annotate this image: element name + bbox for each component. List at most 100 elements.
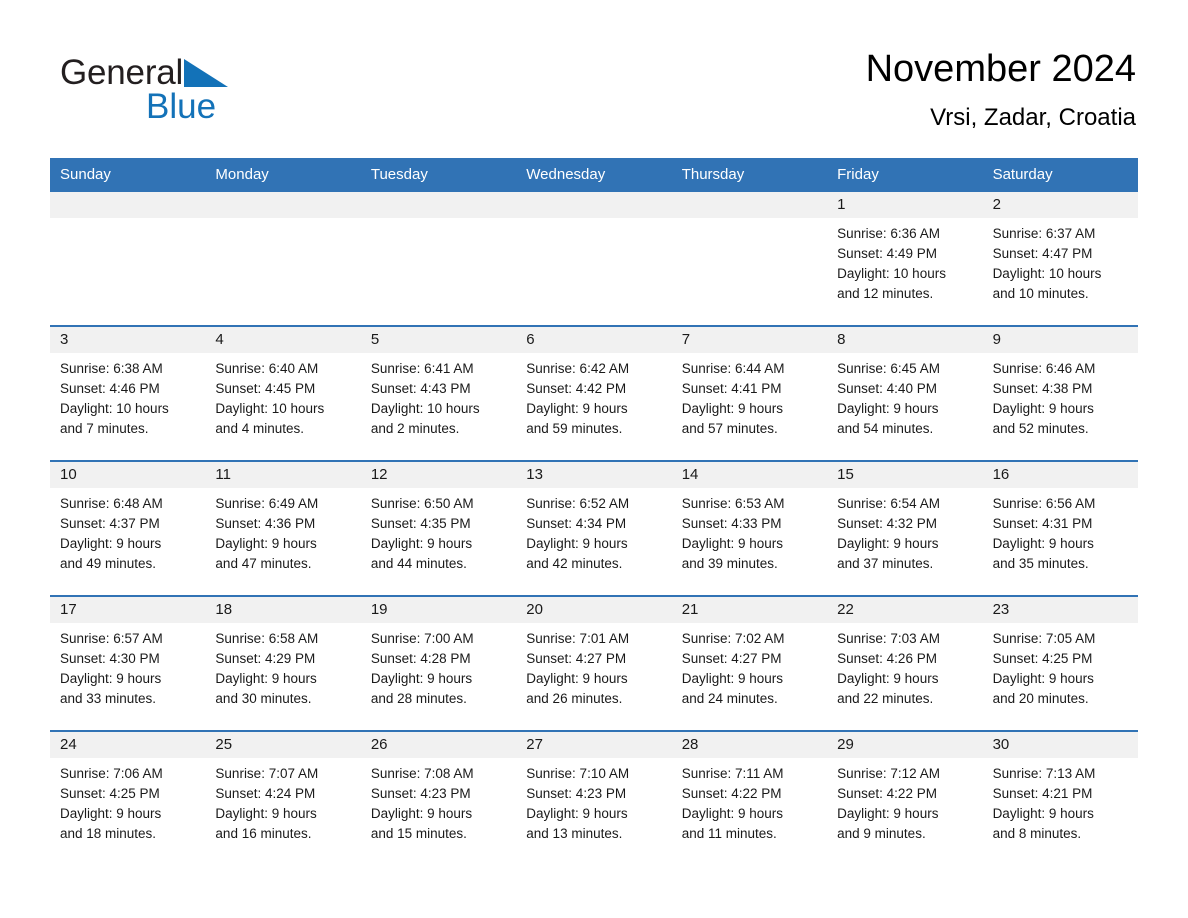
day-cell[interactable]: 16 Sunrise: 6:56 AM Sunset: 4:31 PM Dayl… bbox=[982, 462, 1138, 595]
day-number: 26 bbox=[360, 732, 517, 758]
day-cell[interactable]: 6 Sunrise: 6:42 AM Sunset: 4:42 PM Dayli… bbox=[516, 327, 672, 460]
day-number: 2 bbox=[982, 192, 1138, 218]
day-details: Sunrise: 7:08 AM Sunset: 4:23 PM Dayligh… bbox=[370, 766, 474, 841]
location-subtitle: Vrsi, Zadar, Croatia bbox=[930, 104, 1136, 131]
day-details: Sunrise: 7:12 AM Sunset: 4:22 PM Dayligh… bbox=[837, 766, 940, 841]
weekday-saturday: Saturday bbox=[992, 166, 1053, 183]
day-number: 12 bbox=[360, 462, 517, 488]
day-cell[interactable]: 19 Sunrise: 7:00 AM Sunset: 4:28 PM Dayl… bbox=[360, 597, 517, 730]
day-details: Sunrise: 6:52 AM Sunset: 4:34 PM Dayligh… bbox=[526, 496, 630, 571]
day-cell[interactable]: 30 Sunrise: 7:13 AM Sunset: 4:21 PM Dayl… bbox=[982, 732, 1138, 865]
day-number: 25 bbox=[205, 732, 361, 758]
day-details: Sunrise: 6:57 AM Sunset: 4:30 PM Dayligh… bbox=[60, 631, 163, 706]
day-cell[interactable]: 13 Sunrise: 6:52 AM Sunset: 4:34 PM Dayl… bbox=[516, 462, 672, 595]
day-cell[interactable]: 17 Sunrise: 6:57 AM Sunset: 4:30 PM Dayl… bbox=[50, 597, 206, 730]
day-cell[interactable]: 4 Sunrise: 6:40 AM Sunset: 4:45 PM Dayli… bbox=[205, 327, 361, 460]
day-number: 22 bbox=[827, 597, 983, 623]
day-details: Sunrise: 6:37 AM Sunset: 4:47 PM Dayligh… bbox=[992, 226, 1102, 301]
day-number: 28 bbox=[671, 732, 828, 758]
week-row: 1 Sunrise: 6:36 AM Sunset: 4:49 PM Dayli… bbox=[50, 192, 1138, 325]
day-number bbox=[50, 192, 206, 218]
day-cell[interactable]: 8 Sunrise: 6:45 AM Sunset: 4:40 PM Dayli… bbox=[827, 327, 983, 460]
day-cell[interactable]: 15 Sunrise: 6:54 AM Sunset: 4:32 PM Dayl… bbox=[827, 462, 983, 595]
day-number bbox=[205, 192, 361, 218]
day-number: 27 bbox=[516, 732, 672, 758]
week-row: 17 Sunrise: 6:57 AM Sunset: 4:30 PM Dayl… bbox=[50, 595, 1138, 730]
day-details: Sunrise: 6:54 AM Sunset: 4:32 PM Dayligh… bbox=[837, 496, 940, 571]
title-block: November 2024 Vrsi, Zadar, Croatia bbox=[866, 46, 1136, 134]
day-number: 4 bbox=[205, 327, 361, 353]
day-cell[interactable]: 5 Sunrise: 6:41 AM Sunset: 4:43 PM Dayli… bbox=[360, 327, 517, 460]
day-cell[interactable] bbox=[360, 192, 517, 325]
day-details: Sunrise: 6:50 AM Sunset: 4:35 PM Dayligh… bbox=[370, 496, 474, 571]
day-number: 18 bbox=[205, 597, 361, 623]
day-number: 15 bbox=[827, 462, 983, 488]
day-cell[interactable]: 9 Sunrise: 6:46 AM Sunset: 4:38 PM Dayli… bbox=[982, 327, 1138, 460]
day-cell[interactable]: 25 Sunrise: 7:07 AM Sunset: 4:24 PM Dayl… bbox=[205, 732, 361, 865]
day-number: 20 bbox=[516, 597, 672, 623]
day-details: Sunrise: 6:44 AM Sunset: 4:41 PM Dayligh… bbox=[681, 361, 785, 436]
day-details: Sunrise: 6:45 AM Sunset: 4:40 PM Dayligh… bbox=[837, 361, 940, 436]
day-number: 7 bbox=[671, 327, 828, 353]
day-details: Sunrise: 6:42 AM Sunset: 4:42 PM Dayligh… bbox=[526, 361, 630, 436]
brand-logo-top-row: General bbox=[60, 54, 380, 94]
day-details: Sunrise: 6:36 AM Sunset: 4:49 PM Dayligh… bbox=[837, 226, 946, 301]
weekday-friday: Friday bbox=[837, 166, 879, 183]
day-cell[interactable]: 21 Sunrise: 7:02 AM Sunset: 4:27 PM Dayl… bbox=[671, 597, 828, 730]
triangle-icon bbox=[184, 59, 229, 87]
day-number: 19 bbox=[360, 597, 517, 623]
day-details: Sunrise: 7:06 AM Sunset: 4:25 PM Dayligh… bbox=[60, 766, 163, 841]
day-cell[interactable] bbox=[516, 192, 672, 325]
day-cell[interactable]: 29 Sunrise: 7:12 AM Sunset: 4:22 PM Dayl… bbox=[827, 732, 983, 865]
day-number: 10 bbox=[50, 462, 206, 488]
day-details: Sunrise: 6:38 AM Sunset: 4:46 PM Dayligh… bbox=[60, 361, 169, 436]
day-number: 11 bbox=[205, 462, 361, 488]
day-details: Sunrise: 6:53 AM Sunset: 4:33 PM Dayligh… bbox=[681, 496, 785, 571]
day-details: Sunrise: 6:41 AM Sunset: 4:43 PM Dayligh… bbox=[370, 361, 480, 436]
weekday-sunday: Sunday bbox=[60, 166, 111, 183]
day-cell[interactable] bbox=[671, 192, 828, 325]
day-cell[interactable]: 23 Sunrise: 7:05 AM Sunset: 4:25 PM Dayl… bbox=[982, 597, 1138, 730]
day-cell[interactable]: 18 Sunrise: 6:58 AM Sunset: 4:29 PM Dayl… bbox=[205, 597, 361, 730]
day-cell[interactable]: 27 Sunrise: 7:10 AM Sunset: 4:23 PM Dayl… bbox=[516, 732, 672, 865]
day-cell[interactable]: 14 Sunrise: 6:53 AM Sunset: 4:33 PM Dayl… bbox=[671, 462, 828, 595]
day-number: 23 bbox=[982, 597, 1138, 623]
day-details: Sunrise: 6:56 AM Sunset: 4:31 PM Dayligh… bbox=[992, 496, 1096, 571]
day-cell[interactable]: 20 Sunrise: 7:01 AM Sunset: 4:27 PM Dayl… bbox=[516, 597, 672, 730]
day-cell[interactable]: 10 Sunrise: 6:48 AM Sunset: 4:37 PM Dayl… bbox=[50, 462, 206, 595]
day-details: Sunrise: 7:01 AM Sunset: 4:27 PM Dayligh… bbox=[526, 631, 630, 706]
day-cell[interactable]: 3 Sunrise: 6:38 AM Sunset: 4:46 PM Dayli… bbox=[50, 327, 206, 460]
page-title: November 2024 bbox=[865, 48, 1136, 90]
day-cell[interactable]: 24 Sunrise: 7:06 AM Sunset: 4:25 PM Dayl… bbox=[50, 732, 206, 865]
calendar-grid: Sunday Monday Tuesday Wednesday Thursday… bbox=[50, 158, 1138, 865]
day-cell[interactable]: 1 Sunrise: 6:36 AM Sunset: 4:49 PM Dayli… bbox=[827, 192, 983, 325]
day-details: Sunrise: 6:40 AM Sunset: 4:45 PM Dayligh… bbox=[215, 361, 325, 436]
calendar-page: General Blue November 2024 Vrsi, Zadar, … bbox=[0, 0, 1188, 918]
day-cell[interactable]: 7 Sunrise: 6:44 AM Sunset: 4:41 PM Dayli… bbox=[671, 327, 828, 460]
day-number bbox=[516, 192, 672, 218]
day-number bbox=[671, 192, 828, 218]
day-number: 21 bbox=[671, 597, 828, 623]
weekday-header-row: Sunday Monday Tuesday Wednesday Thursday… bbox=[50, 158, 1138, 192]
day-number: 1 bbox=[827, 192, 983, 218]
day-number: 6 bbox=[516, 327, 672, 353]
day-details: Sunrise: 7:10 AM Sunset: 4:23 PM Dayligh… bbox=[526, 766, 630, 841]
day-cell[interactable] bbox=[50, 192, 206, 325]
day-details: Sunrise: 7:00 AM Sunset: 4:28 PM Dayligh… bbox=[370, 631, 474, 706]
day-details: Sunrise: 7:05 AM Sunset: 4:25 PM Dayligh… bbox=[992, 631, 1096, 706]
day-number: 3 bbox=[50, 327, 206, 353]
day-cell[interactable]: 11 Sunrise: 6:49 AM Sunset: 4:36 PM Dayl… bbox=[205, 462, 361, 595]
day-number: 16 bbox=[982, 462, 1138, 488]
day-number: 13 bbox=[516, 462, 672, 488]
day-cell[interactable]: 22 Sunrise: 7:03 AM Sunset: 4:26 PM Dayl… bbox=[827, 597, 983, 730]
week-row: 3 Sunrise: 6:38 AM Sunset: 4:46 PM Dayli… bbox=[50, 325, 1138, 460]
day-cell[interactable]: 28 Sunrise: 7:11 AM Sunset: 4:22 PM Dayl… bbox=[671, 732, 828, 865]
brand-logo[interactable]: General Blue bbox=[60, 54, 380, 140]
day-cell[interactable]: 12 Sunrise: 6:50 AM Sunset: 4:35 PM Dayl… bbox=[360, 462, 517, 595]
day-cell[interactable]: 26 Sunrise: 7:08 AM Sunset: 4:23 PM Dayl… bbox=[360, 732, 517, 865]
day-number: 29 bbox=[827, 732, 983, 758]
day-details: Sunrise: 6:46 AM Sunset: 4:38 PM Dayligh… bbox=[992, 361, 1096, 436]
weekday-wednesday: Wednesday bbox=[526, 166, 606, 183]
day-cell[interactable] bbox=[205, 192, 361, 325]
day-cell[interactable]: 2 Sunrise: 6:37 AM Sunset: 4:47 PM Dayli… bbox=[982, 192, 1138, 325]
